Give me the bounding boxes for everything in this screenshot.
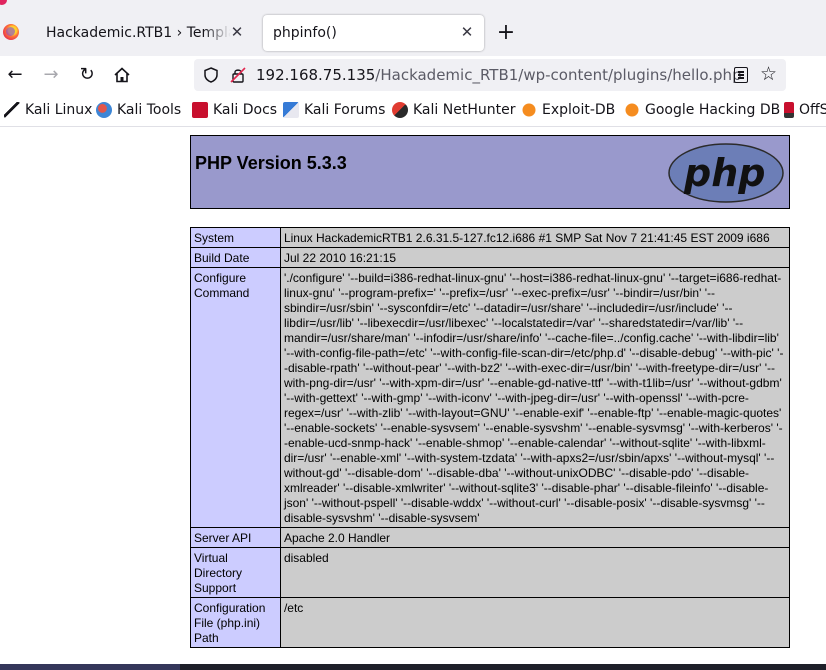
php-version-header: PHP Version 5.3.3 php [190, 135, 790, 209]
desktop-taskbar [0, 664, 826, 670]
php-logo[interactable]: php [667, 142, 785, 204]
bookmark-label: Kali Forums [304, 102, 386, 118]
reader-view-icon[interactable] [734, 67, 748, 83]
tab-title: Hackademic.RTB1 › Template [46, 25, 231, 41]
taskbar-active-segment [0, 664, 180, 670]
table-row: Virtual Directory Support disabled [190, 547, 791, 598]
table-row: Build Date Jul 22 2010 16:21:15 [190, 247, 791, 268]
nethunter-icon [392, 102, 408, 118]
table-row: Server API Apache 2.0 Handler [190, 527, 791, 548]
tab-close-icon[interactable]: ✕ [458, 23, 476, 41]
tab-strip: Hackademic.RTB1 › Template ✕ phpinfo() ✕… [0, 10, 826, 56]
kali-tools-icon [96, 102, 112, 118]
offsec-icon [784, 102, 794, 118]
bookmark-label: Google Hacking DB [645, 102, 781, 118]
row-value: /etc [279, 597, 791, 648]
row-key: Configuration File (php.ini) Path [190, 597, 281, 648]
url-text[interactable]: 192.168.75.135/Hackademic_RTB1/wp-conten… [256, 66, 742, 84]
kali-docs-icon [192, 102, 208, 118]
row-value: './configure' '--build=i386-redhat-linux… [279, 267, 791, 528]
table-row: System Linux HackademicRTB1 2.6.31.5-127… [190, 227, 791, 248]
php-version-title: PHP Version 5.3.3 [195, 153, 347, 173]
row-value: Jul 22 2010 16:21:15 [279, 247, 791, 268]
back-arrow-icon[interactable]: ← [4, 64, 26, 86]
kali-forums-icon [283, 102, 299, 118]
kali-dragon-icon [4, 102, 20, 118]
url-path: /Hackademic_RTB1/wp-content/plugins/hell… [375, 66, 742, 84]
php-logo-text: php [683, 151, 765, 195]
tab-hackademic[interactable]: Hackademic.RTB1 › Template ✕ [36, 15, 254, 51]
bookmark-kali-nethunter[interactable]: Kali NetHunter [392, 101, 515, 119]
bookmark-kali-forums[interactable]: Kali Forums [283, 101, 385, 119]
row-key: Virtual Directory Support [190, 547, 281, 598]
address-bar[interactable]: 192.168.75.135/Hackademic_RTB1/wp-conten… [194, 59, 786, 91]
bookmark-google-hacking-db[interactable]: Google Hacking DB [624, 101, 780, 119]
bookmark-kali-docs[interactable]: Kali Docs [192, 101, 277, 119]
row-key: Build Date [190, 247, 281, 268]
bookmark-kali-linux[interactable]: Kali Linux [4, 101, 92, 119]
bookmark-star-icon[interactable]: ☆ [760, 63, 777, 85]
insecure-lock-icon[interactable] [230, 67, 246, 83]
forward-arrow-icon[interactable]: → [40, 64, 62, 86]
bookmark-label: OffS [799, 102, 826, 118]
table-row: Configure Command './configure' '--build… [190, 267, 791, 528]
row-value: Apache 2.0 Handler [279, 527, 791, 548]
row-value: Linux HackademicRTB1 2.6.31.5-127.fc12.i… [279, 227, 791, 248]
row-key: Server API [190, 527, 281, 548]
php-info-table: System Linux HackademicRTB1 2.6.31.5-127… [190, 227, 791, 648]
window-titlebar [0, 0, 826, 10]
tracking-shield-icon[interactable] [204, 67, 218, 83]
bookmark-label: Kali Tools [117, 102, 182, 118]
navigation-bar: ← → ↻ 192.168.75.135/Hackademic_RTB1/wp-… [0, 56, 826, 94]
reload-icon[interactable]: ↻ [76, 64, 98, 86]
firefox-menu-icon[interactable] [3, 24, 19, 40]
row-key: System [190, 227, 281, 248]
bookmarks-toolbar: Kali Linux Kali Tools Kali Docs Kali For… [0, 94, 826, 126]
window-close-dot-icon[interactable] [0, 0, 7, 5]
new-tab-plus-icon[interactable]: + [494, 22, 518, 46]
table-row: Configuration File (php.ini) Path /etc [190, 597, 791, 648]
row-key: Configure Command [190, 267, 281, 528]
bookmark-label: Kali Docs [213, 102, 278, 118]
url-host: 192.168.75.135 [256, 66, 376, 84]
bookmark-kali-tools[interactable]: Kali Tools [96, 101, 181, 119]
page-content: PHP Version 5.3.3 php System Linux Hacka… [0, 127, 826, 664]
bookmark-label: Kali NetHunter [413, 102, 516, 118]
bookmark-exploit-db[interactable]: Exploit-DB [521, 101, 615, 119]
bookmark-offsec[interactable]: OffS [784, 101, 826, 119]
exploit-db-icon [521, 102, 537, 118]
bookmark-label: Kali Linux [25, 102, 93, 118]
tab-title: phpinfo() [273, 25, 337, 41]
tab-close-icon[interactable]: ✕ [228, 23, 246, 41]
row-value: disabled [279, 547, 791, 598]
home-icon[interactable] [111, 64, 133, 86]
ghdb-icon [624, 102, 640, 118]
bookmark-label: Exploit-DB [542, 102, 616, 118]
tab-phpinfo[interactable]: phpinfo() ✕ [263, 15, 484, 51]
